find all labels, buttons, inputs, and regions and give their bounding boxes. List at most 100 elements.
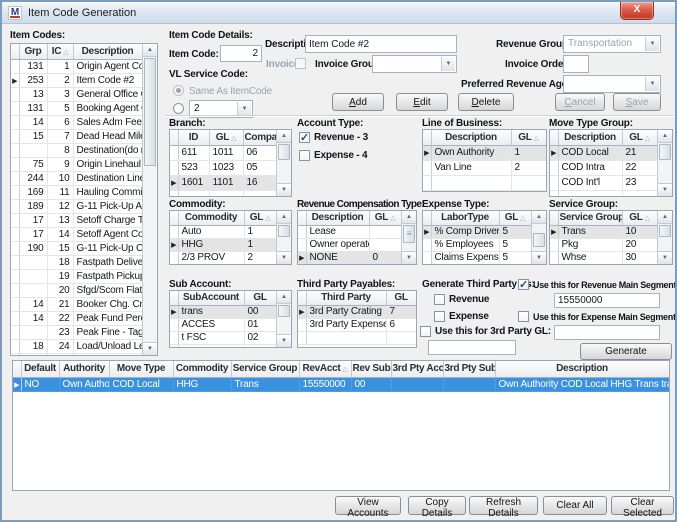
- column-header[interactable]: Description: [431, 130, 511, 145]
- table-row[interactable]: 3rd Party Expense6: [298, 318, 416, 331]
- table-row[interactable]: ▶Trans10: [550, 225, 657, 238]
- preferred-agent-select[interactable]: ▼: [563, 75, 661, 93]
- table-row[interactable]: 1714Setoff Agent Com: [11, 227, 142, 241]
- table-row[interactable]: 157Dead Head Milea: [11, 129, 142, 143]
- column-header[interactable]: Service Group: [231, 361, 299, 377]
- column-header[interactable]: ID: [178, 130, 209, 145]
- column-header[interactable]: 3rd Pty Sub: [443, 361, 495, 377]
- view-accounts-button[interactable]: View Accounts: [335, 496, 401, 515]
- description-field[interactable]: [305, 35, 457, 53]
- table-row[interactable]: ▶1601110116: [170, 175, 276, 190]
- table-row[interactable]: 18912G-11 Pick-Up Ag: [11, 199, 142, 213]
- table-row[interactable]: Whse30: [550, 251, 657, 264]
- table-row[interactable]: [298, 331, 416, 344]
- rev-comp-type-grid[interactable]: DescriptionGL△LeaseOwner operator▶NONE0 …: [297, 210, 417, 265]
- chevron-down-icon[interactable]: ▼: [441, 57, 455, 71]
- column-header[interactable]: RevAcct△: [299, 361, 351, 377]
- revenue-main-segment-field[interactable]: [554, 293, 660, 308]
- column-header[interactable]: LaborType: [431, 211, 499, 225]
- column-header[interactable]: Commodity: [178, 211, 244, 225]
- column-header[interactable]: GL△: [622, 130, 657, 145]
- scroll-up-icon[interactable]: ▲: [402, 211, 416, 224]
- column-header[interactable]: GL△: [499, 211, 531, 225]
- column-header[interactable]: Description: [495, 361, 669, 377]
- scroll-up-icon[interactable]: ▲: [532, 211, 546, 224]
- table-row[interactable]: 133General Office Co: [11, 87, 142, 101]
- table-row[interactable]: 23Peak Fine - Tag: [11, 325, 142, 339]
- scroll-down-icon[interactable]: ▼: [402, 251, 416, 264]
- table-row[interactable]: ▶HHG1: [170, 238, 276, 251]
- line-of-business-grid[interactable]: DescriptionGL△▶Own Authority1Van Line2: [422, 129, 547, 192]
- table-row[interactable]: t FSC02: [170, 331, 276, 344]
- table-row[interactable]: Pkg20: [550, 238, 657, 251]
- table-row[interactable]: Van Line2: [423, 160, 546, 175]
- column-header[interactable]: GL: [244, 291, 276, 305]
- item-codes-grid[interactable]: GrpIC△Description1311Origin Agent Com▶25…: [10, 43, 158, 356]
- third-party-gl-checkbox[interactable]: Use this for 3rd Party GL:: [420, 326, 551, 337]
- table-row[interactable]: Auto1: [170, 225, 276, 238]
- scrollbar[interactable]: ▲ ▼: [276, 211, 291, 264]
- table-row[interactable]: 1425: [11, 353, 142, 356]
- scrollbar-thumb[interactable]: [533, 233, 545, 247]
- table-row[interactable]: COD Intra22: [550, 160, 657, 175]
- scroll-up-icon[interactable]: ▲: [658, 130, 672, 143]
- scroll-down-icon[interactable]: ▼: [658, 183, 672, 196]
- table-row[interactable]: ▶3rd Party Crating7: [298, 305, 416, 318]
- scrollbar[interactable]: ▲ ▼: [657, 130, 672, 196]
- table-row[interactable]: [550, 190, 657, 197]
- table-row[interactable]: ▶NOOwn AuthoriCOD LocalHHGTrans155500000…: [13, 377, 669, 391]
- generate-button[interactable]: Generate: [580, 343, 672, 360]
- table-row[interactable]: 146Sales Adm Fee: [11, 115, 142, 129]
- copy-details-button[interactable]: Copy Details: [408, 496, 466, 515]
- column-header[interactable]: Description: [306, 211, 369, 225]
- table-row[interactable]: 24410Destination Lineh: [11, 171, 142, 185]
- chevron-down-icon[interactable]: ▼: [645, 77, 659, 91]
- table-row[interactable]: 19015G-11 Pick-Up Ch: [11, 241, 142, 255]
- scrollbar-thumb[interactable]: [403, 225, 415, 243]
- table-row[interactable]: 1824Load/Unload Lea: [11, 339, 142, 353]
- table-row[interactable]: Claims Expense5: [423, 251, 531, 264]
- table-row[interactable]: ▶2532Item Code #2: [11, 73, 142, 87]
- table-row[interactable]: 1315Booking Agent C: [11, 101, 142, 115]
- scroll-down-icon[interactable]: ▼: [658, 251, 672, 264]
- table-row[interactable]: 1311Origin Agent Com: [11, 59, 142, 73]
- scrollbar-thumb[interactable]: [278, 305, 290, 317]
- invoice-order-field[interactable]: [563, 55, 589, 73]
- commodity-grid[interactable]: CommodityGL△Auto1▶HHG12/3 PROV2 ▲ ▼: [169, 210, 292, 265]
- column-header[interactable]: Move Type: [109, 361, 173, 377]
- invoice-group-select[interactable]: ▼: [372, 55, 457, 73]
- table-row[interactable]: [170, 344, 276, 348]
- column-header[interactable]: Service Group: [558, 211, 622, 225]
- service-group-grid[interactable]: Service GroupGL△▶Trans10Pkg20Whse30 ▲ ▼: [549, 210, 673, 265]
- branch-grid[interactable]: IDGL△Company611101106523102305▶160111011…: [169, 129, 292, 197]
- column-header[interactable]: SubAccount: [178, 291, 244, 305]
- scrollbar[interactable]: ▲ ▼: [401, 211, 416, 264]
- scroll-down-icon[interactable]: ▼: [277, 183, 291, 196]
- table-row[interactable]: COD Int'l23: [550, 175, 657, 190]
- table-row[interactable]: [170, 190, 276, 197]
- generate-expense-checkbox[interactable]: Expense: [434, 311, 489, 322]
- table-row[interactable]: 523102305: [170, 160, 276, 175]
- scrollbar-thumb[interactable]: [278, 144, 290, 160]
- expense-type-grid[interactable]: LaborTypeGL△▶% Comp Driver5% Employees5C…: [422, 210, 547, 265]
- sub-account-grid[interactable]: SubAccountGL▶trans00ACCES01t FSC02 ▲ ▼: [169, 290, 292, 348]
- column-header[interactable]: IC△: [47, 44, 73, 59]
- delete-button[interactable]: Delete: [458, 93, 514, 111]
- scrollbar[interactable]: ▲ ▼: [276, 291, 291, 347]
- column-header[interactable]: GL: [386, 291, 416, 305]
- scroll-up-icon[interactable]: ▲: [277, 130, 291, 143]
- table-row[interactable]: 1713Setoff Charge To: [11, 213, 142, 227]
- column-header[interactable]: Third Party: [306, 291, 386, 305]
- title-bar[interactable]: M Item Code Generation X: [2, 2, 675, 24]
- clear-selected-button[interactable]: Clear Selected: [611, 496, 674, 515]
- scroll-up-icon[interactable]: ▲: [658, 211, 672, 224]
- column-header[interactable]: Commodity: [173, 361, 231, 377]
- add-button[interactable]: Add: [332, 93, 384, 111]
- table-row[interactable]: 759Origin Linehaul F: [11, 157, 142, 171]
- column-header[interactable]: GL△: [622, 211, 657, 225]
- table-row[interactable]: 1421Booker Chg. Cro: [11, 297, 142, 311]
- table-row[interactable]: [423, 175, 546, 190]
- third-party-grid[interactable]: Third PartyGL▶3rd Party Crating73rd Part…: [297, 290, 417, 348]
- scroll-up-icon[interactable]: ▲: [143, 44, 157, 57]
- clear-all-button[interactable]: Clear All: [543, 496, 607, 515]
